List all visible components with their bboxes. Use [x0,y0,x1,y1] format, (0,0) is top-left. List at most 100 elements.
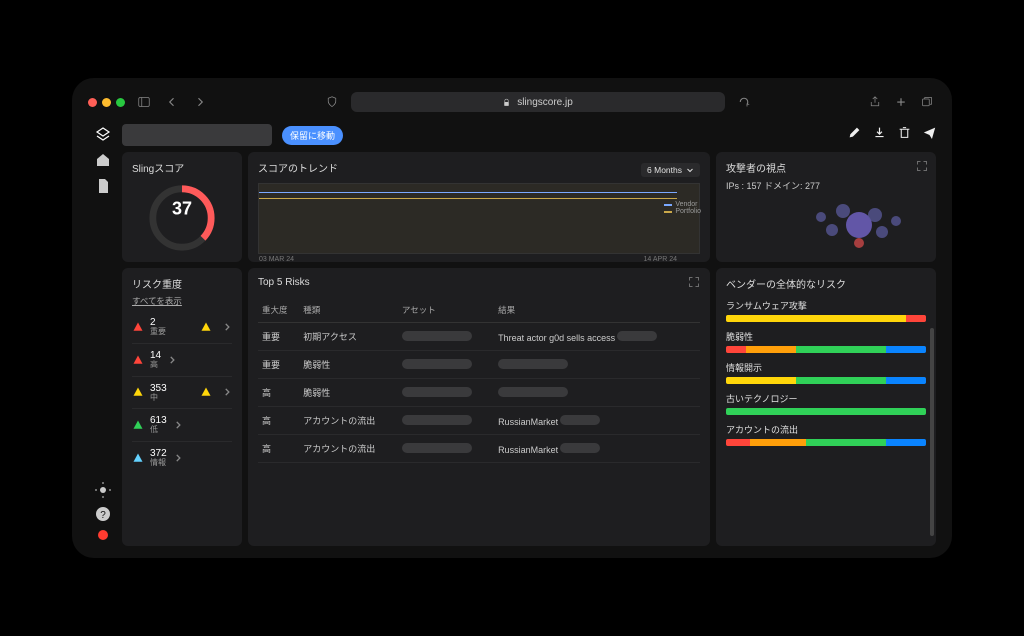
trend-range-select[interactable]: 6 Months [641,163,700,177]
cell-result: Threat actor g0d sells access [494,323,700,351]
tabs-icon[interactable] [918,93,936,111]
col-asset: アセット [398,298,494,323]
new-tab-icon[interactable] [892,93,910,111]
cell-result: RussianMarket [494,407,700,435]
trend-title: スコアのトレンド [258,160,338,175]
shield-icon[interactable] [323,93,341,111]
score-card: Slingスコア 37 [122,152,242,262]
address-bar[interactable]: slingscore.jp [351,92,725,112]
scrollbar[interactable] [930,328,934,536]
minimize-window-icon[interactable] [102,98,111,107]
chevron-right-icon [173,420,183,430]
cell-severity: 高 [258,435,299,463]
reload-icon[interactable] [735,93,753,111]
chevron-right-icon [222,322,232,332]
back-icon[interactable] [163,93,181,111]
vendor-risk-item: 古いテクノロジー [726,392,926,415]
table-row[interactable]: 重要 初期アクセス Threat actor g0d sells access [258,323,700,351]
col-severity: 重大度 [258,298,299,323]
vendor-risk-bar [726,315,926,322]
sidebar-toggle-icon[interactable] [135,93,153,111]
chevron-right-icon [173,453,183,463]
cell-type: 脆弱性 [299,351,398,379]
cell-asset [398,379,494,407]
home-icon[interactable] [95,152,111,168]
theme-icon[interactable] [95,482,111,498]
help-icon[interactable]: ? [95,506,111,522]
x-axis-start: 03 MAR 24 [259,256,294,262]
score-title: Slingスコア [132,160,232,175]
legend-vendor: Vendor [664,201,701,208]
score-value: 37 [172,199,192,220]
warning-icon [200,386,212,398]
document-icon[interactable] [95,178,111,194]
col-type: 種類 [299,298,398,323]
cell-asset [398,323,494,351]
trend-range-label: 6 Months [647,165,682,175]
vendor-risk-bar [726,377,926,384]
page-header: 保留に移動 [122,118,936,152]
severity-icon [132,419,144,431]
url-text: slingscore.jp [517,97,573,108]
severity-label: 情報 [150,459,167,468]
cell-type: アカウントの流出 [299,407,398,435]
severity-count: 353 [150,383,167,394]
window-controls[interactable] [88,98,125,107]
forward-icon[interactable] [191,93,209,111]
delete-icon[interactable] [898,126,911,144]
chevron-right-icon [167,355,177,365]
vendor-risk-label: 脆弱性 [726,330,926,343]
chevron-right-icon [222,387,232,397]
cell-type: アカウントの流出 [299,435,398,463]
severity-icon [132,354,144,366]
table-row[interactable]: 高 脆弱性 [258,379,700,407]
attacker-title: 攻撃者の視点 [726,160,926,175]
expand-icon[interactable] [688,276,700,288]
vendor-risk-label: 古いテクノロジー [726,392,926,405]
severity-label: 低 [150,426,167,435]
attacker-view-card: 攻撃者の視点 IPs : 157 ドメイン: 277 [716,152,936,262]
logo-icon[interactable] [95,126,111,142]
browser-toolbar: slingscore.jp [88,90,936,114]
trend-chart: Vendor Portfolio 03 MAR 24 14 APR 24 [258,183,700,254]
svg-text:?: ? [100,510,106,521]
table-row[interactable]: 重要 脆弱性 [258,351,700,379]
severity-row[interactable]: 372情報 [132,442,232,474]
share-icon[interactable] [866,93,884,111]
close-window-icon[interactable] [88,98,97,107]
risks-table: 重大度 種類 アセット 結果 重要 初期アクセス Threat actor g0… [258,298,700,463]
severity-row[interactable]: 2重要 [132,311,232,344]
severity-row[interactable]: 613低 [132,409,232,442]
move-to-pending-button[interactable]: 保留に移動 [282,126,343,145]
severity-icon [132,452,144,464]
maximize-window-icon[interactable] [116,98,125,107]
severity-label: 重要 [150,328,166,337]
cell-severity: 重要 [258,323,299,351]
severity-row[interactable]: 14高 [132,344,232,377]
send-icon[interactable] [923,126,936,144]
expand-icon[interactable] [916,160,928,172]
table-row[interactable]: 高 アカウントの流出 RussianMarket [258,407,700,435]
lock-icon [502,98,511,107]
view-all-link[interactable]: すべてを表示 [132,295,232,307]
x-axis-end: 14 APR 24 [644,256,677,262]
legend-portfolio: Portfolio [664,208,701,215]
cell-severity: 高 [258,379,299,407]
cell-severity: 高 [258,407,299,435]
vendor-risk-item: アカウントの流出 [726,423,926,446]
vendor-risk-label: 情報開示 [726,361,926,374]
severity-row[interactable]: 353中 [132,377,232,410]
top-risks-card: Top 5 Risks 重大度 種類 アセット 結果 重要 初期アクセス Thr… [248,268,710,546]
cell-asset [398,435,494,463]
vendor-risk-item: 脆弱性 [726,330,926,353]
network-graph[interactable] [796,194,926,254]
record-icon[interactable] [98,530,108,540]
warning-icon [200,321,212,333]
download-icon[interactable] [873,126,886,144]
edit-icon[interactable] [848,126,861,144]
vendor-risk-item: 情報開示 [726,361,926,384]
table-row[interactable]: 高 アカウントの流出 RussianMarket [258,435,700,463]
cell-asset [398,351,494,379]
severity-card: リスク重度 すべてを表示 2重要 14高 353中 613低 372情報 [122,268,242,546]
severity-label: 高 [150,361,161,370]
